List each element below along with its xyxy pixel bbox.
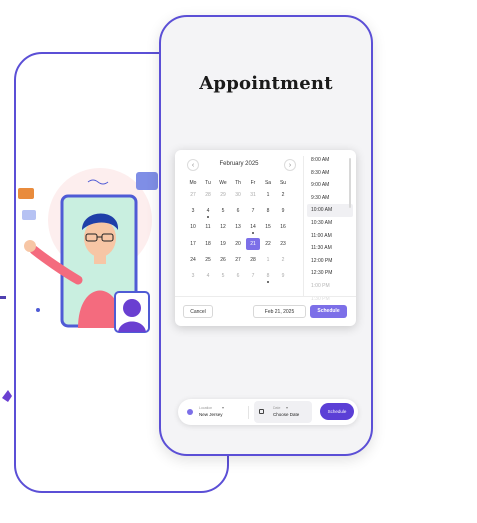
selected-date-field[interactable]: Feb 21, 2025 xyxy=(253,305,306,318)
calendar-day[interactable]: 9 xyxy=(276,205,290,217)
calendar-day[interactable]: 23 xyxy=(276,238,290,250)
calendar-day[interactable]: 24 xyxy=(186,254,200,266)
calendar-day[interactable]: 2 xyxy=(276,254,290,266)
calendar-day[interactable]: 12 xyxy=(216,221,230,233)
booking-separator xyxy=(248,406,249,419)
calendar-day[interactable]: 10 xyxy=(186,221,200,233)
location-value[interactable]: New Jersey xyxy=(199,412,223,417)
video-call-illustration xyxy=(0,168,158,402)
time-slot[interactable]: 1:00 PM xyxy=(307,280,353,293)
date-placeholder: Choose Date xyxy=(273,412,300,417)
weekday-header: Mo xyxy=(189,180,197,186)
calendar-day[interactable]: 8 xyxy=(261,205,275,217)
calendar-day[interactable]: 16 xyxy=(276,221,290,233)
date-time-picker: ‹ February 2025 › Mo Tu We Th Fr Sa Su 27 28 29 30… xyxy=(175,150,356,326)
event-dot-icon xyxy=(267,281,269,283)
calendar-day[interactable]: 1 xyxy=(261,189,275,201)
calendar-day[interactable]: 28 xyxy=(201,189,215,201)
calendar-icon xyxy=(259,409,264,414)
calendar-day[interactable]: 29 xyxy=(216,189,230,201)
time-slot[interactable]: 9:00 AM xyxy=(307,179,353,192)
calendar-day[interactable]: 20 xyxy=(231,238,245,250)
calendar-day[interactable]: 6 xyxy=(231,205,245,217)
page-title: Appointment xyxy=(199,73,333,94)
calendar-day[interactable]: 13 xyxy=(231,221,245,233)
date-field[interactable]: Date ▾ Choose Date xyxy=(254,401,312,423)
calendar: ‹ February 2025 › Mo Tu We Th Fr Sa Su 27 28 29 30… xyxy=(175,150,303,294)
picker-divider xyxy=(303,156,304,296)
time-slot[interactable]: 10:00 AM xyxy=(307,204,353,217)
picker-footer-divider xyxy=(175,296,356,297)
calendar-day[interactable]: 7 xyxy=(246,205,260,217)
calendar-day[interactable]: 19 xyxy=(216,238,230,250)
calendar-day[interactable]: 22 xyxy=(261,238,275,250)
calendar-day-selected[interactable]: 21 xyxy=(246,237,260,250)
calendar-day[interactable]: 18 xyxy=(201,238,215,250)
appointment-phone-screen: Appointment ‹ February 2025 › Mo Tu We Th Fr… xyxy=(159,15,373,456)
booking-schedule-button[interactable]: Schedule xyxy=(320,403,354,420)
weekday-header: Su xyxy=(279,180,287,186)
date-label: Date xyxy=(273,406,281,410)
weekday-header: Fr xyxy=(250,180,256,186)
time-list-scrollbar[interactable] xyxy=(349,158,351,208)
cancel-button[interactable]: Cancel xyxy=(183,305,213,318)
time-slot[interactable]: 9:30 AM xyxy=(307,192,353,205)
calendar-day[interactable]: 4 xyxy=(201,270,215,282)
calendar-day[interactable]: 2 xyxy=(276,189,290,201)
schedule-button[interactable]: Schedule xyxy=(310,305,347,318)
time-slot[interactable]: 11:00 AM xyxy=(307,230,353,243)
calendar-day[interactable]: 30 xyxy=(231,189,245,201)
weekday-header: Tu xyxy=(205,180,211,186)
calendar-day[interactable]: 31 xyxy=(246,189,260,201)
booking-bar: Location ▾ New Jersey Date ▾ Choose Date… xyxy=(178,399,358,425)
event-dot-icon xyxy=(207,216,209,219)
calendar-day[interactable]: 26 xyxy=(216,254,230,266)
weekday-header: Th xyxy=(235,180,241,186)
time-slot[interactable]: 11:30 AM xyxy=(307,242,353,255)
time-slot[interactable]: 12:30 PM xyxy=(307,267,353,280)
location-label: Location xyxy=(199,406,213,410)
calendar-day[interactable]: 11 xyxy=(201,221,215,233)
calendar-day[interactable]: 5 xyxy=(216,270,230,282)
time-slot-list: 8:00 AM 8:30 AM 9:00 AM 9:30 AM 10:00 AM 10:3… xyxy=(307,154,353,305)
calendar-day[interactable]: 15 xyxy=(261,221,275,233)
calendar-day[interactable]: 6 xyxy=(231,270,245,282)
calendar-day[interactable]: 7 xyxy=(246,270,260,282)
chevron-down-icon: ▾ xyxy=(222,405,225,410)
calendar-day[interactable]: 5 xyxy=(216,205,230,217)
chevron-down-icon: ▾ xyxy=(286,405,289,410)
event-dot-icon xyxy=(252,232,254,235)
calendar-day[interactable]: 9 xyxy=(276,270,290,282)
time-slot[interactable]: 10:30 AM xyxy=(307,217,353,230)
weekday-header: Sa xyxy=(264,180,272,186)
time-slot[interactable]: 8:30 AM xyxy=(307,167,353,180)
calendar-day[interactable]: 3 xyxy=(186,205,200,217)
calendar-day[interactable]: 25 xyxy=(201,254,215,266)
calendar-day[interactable]: 27 xyxy=(186,189,200,201)
chevron-right-icon[interactable]: › xyxy=(284,159,296,171)
time-slot[interactable]: 8:00 AM xyxy=(307,154,353,167)
calendar-day[interactable]: 3 xyxy=(186,270,200,282)
calendar-day[interactable]: 27 xyxy=(231,254,245,266)
location-pin-icon xyxy=(187,409,193,415)
time-slot[interactable]: 1:30 PM xyxy=(307,293,353,306)
calendar-day[interactable]: 28 xyxy=(246,254,260,266)
time-slot[interactable]: 12:00 PM xyxy=(307,255,353,268)
calendar-day[interactable]: 17 xyxy=(186,238,200,250)
weekday-header: We xyxy=(219,180,227,186)
calendar-day[interactable]: 1 xyxy=(261,254,275,266)
